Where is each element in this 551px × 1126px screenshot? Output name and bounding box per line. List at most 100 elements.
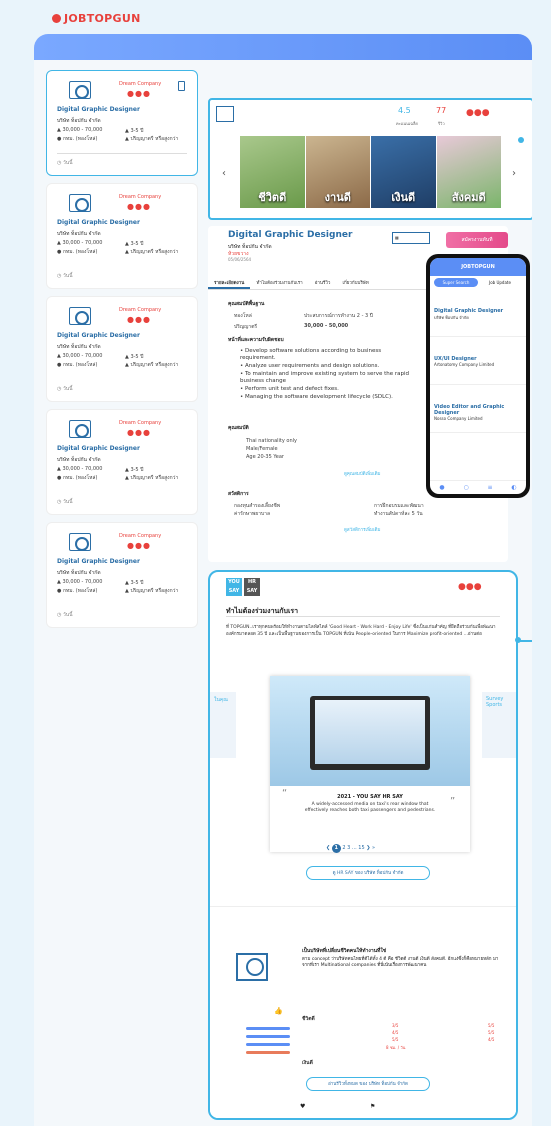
card-title: Digital Graphic Designer [57, 332, 140, 339]
jobtopgun-logo[interactable]: JOBTOPGUN [52, 12, 141, 25]
card-salary: ▲ 30,000 - 70,000 [57, 240, 103, 246]
hr-say-button[interactable]: ดู HR SAY ของ บริษัท ท็อปกัน จำกัด [306, 866, 430, 880]
phone-tab-super-search[interactable]: Super Search [434, 278, 478, 287]
phone-list-item[interactable]: UX/UI Designer Artonatomy Company Limited [430, 337, 526, 385]
phone-tab-job-update[interactable]: Job Update [478, 278, 522, 287]
job-card[interactable]: Dream Company ●●● Digital Graphic Design… [46, 522, 198, 628]
card-location: ● กทม. (ทองโหล่) [57, 475, 98, 481]
chevron-right-icon[interactable]: › [512, 168, 516, 179]
company-tag: Dream Company [119, 420, 162, 426]
slide-image [270, 676, 470, 786]
search-icon[interactable]: ○ [463, 484, 468, 491]
dream-badge: ●●● [127, 89, 151, 98]
read-all-reviews-button[interactable]: อ่านรีวิวทั้งหมด ของ บริษัท ท็อปกัน จำกั… [306, 1077, 430, 1091]
money-heading: เงินดี [302, 1060, 313, 1066]
company-tag: Dream Company [119, 81, 162, 87]
home-icon[interactable]: ● [439, 484, 444, 491]
card-company: บริษัท ท็อปกัน จำกัด [57, 457, 101, 463]
job-date: 05/06/2564 [228, 257, 252, 262]
section-qualifications: คุณสมบัติ [228, 425, 249, 431]
card-title: Digital Graphic Designer [57, 445, 140, 452]
rating-bar [246, 1051, 290, 1054]
salary-value: 30,000 - 50,000 [304, 323, 349, 329]
profile-icon[interactable]: ◐ [511, 484, 516, 491]
topgun-logo [236, 953, 268, 981]
photo-money: เงินดี [371, 136, 436, 208]
life-heading: ชีวิตดี [302, 1016, 315, 1022]
bookmark-icon[interactable] [178, 81, 185, 91]
rating-value: 4.5 [398, 106, 411, 115]
company-logo [69, 81, 91, 99]
benefit-item: การฝึกอบรมและพัฒนา [374, 503, 424, 509]
company-headline: เป็นบริษัทที่เปลี่ยนชีวิตคนให้ทำงานที่ใช… [302, 948, 387, 954]
share-badge[interactable]: ▦ [392, 232, 430, 244]
card-title: Digital Graphic Designer [57, 558, 140, 565]
you-say-hr-say-logo: YOU SAY HR SAY [226, 578, 262, 596]
company-tag: Dream Company [119, 533, 162, 539]
card-exp: ▲ 3-5 ปี [125, 354, 144, 360]
rating-bar [246, 1027, 290, 1030]
card-location: ● กทม. (ทองโหล่) [57, 362, 98, 368]
page-frame: Dream Company ●●● Digital Graphic Design… [34, 34, 532, 1126]
benefit-item: กองทุนสำรองเลี้ยงชีพ [234, 503, 281, 509]
side-slide-right[interactable]: Survey Sports [482, 692, 516, 758]
job-card[interactable]: Dream Company ●●● Digital Graphic Design… [46, 409, 198, 515]
duty-item: • Develop software solutions according t… [240, 348, 382, 361]
tab-reviews[interactable]: อ่านรีวิว [309, 274, 337, 289]
more-qualifications-link[interactable]: ดูคุณสมบัติเพิ่มเติม [344, 470, 381, 477]
company-banner[interactable]: 4.5 คะแนนเฉลี่ย 77 รีวิว ●●● ‹ ชีวิตดี ง… [208, 98, 532, 220]
company-logo [69, 194, 91, 212]
slide-card[interactable]: “ 2021 - YOU SAY HR SAY A widely-accesse… [270, 676, 470, 852]
phone-list-item[interactable]: Digital Graphic Designer บริษัท ท็อปกัน จ… [430, 289, 526, 337]
card-time: ◷ วันนี้ [57, 386, 73, 392]
list-icon[interactable]: ≡ [487, 484, 492, 491]
more-benefits-link[interactable]: ดูสวัสดิการเพิ่มเติม [344, 526, 380, 533]
card-location: ● กทม. (ทองโหล่) [57, 249, 98, 255]
company-logo [216, 106, 234, 122]
card-time: ◷ วันนี้ [57, 160, 73, 166]
dream-badge: ●●● [127, 428, 151, 437]
photo-work: งานดี [305, 136, 370, 208]
rating-label: คะแนนเฉลี่ย [396, 121, 418, 126]
quote-close-icon: ” [450, 796, 456, 807]
logo-icon [52, 14, 61, 23]
card-location: ● กทม. (ทองโหล่) [57, 136, 98, 142]
company-logo [69, 307, 91, 325]
apply-button[interactable]: สมัครงานทันที [446, 232, 508, 248]
job-card[interactable]: Dream Company ●●● Digital Graphic Design… [46, 70, 198, 176]
top-bar: JOBTOPGUN [0, 0, 551, 34]
section-basic: คุณสมบัติพื้นฐาน [228, 301, 265, 307]
company-review-panel: เป็นบริษัทที่เปลี่ยนชีวิตคนให้ทำงานที่ใช… [210, 906, 516, 1118]
flag-icon[interactable]: ⚑ [370, 1103, 375, 1110]
phone-header: JOBTOPGUN [430, 258, 526, 276]
job-title: Digital Graphic Designer [228, 230, 353, 240]
card-salary: ▲ 30,000 - 70,000 [57, 579, 103, 585]
tab-about[interactable]: เกี่ยวกับบริษัท [336, 274, 374, 289]
card-location: ● กทม. (ทองโหล่) [57, 588, 98, 594]
duty-item: • Analyze user requirements and design s… [240, 363, 380, 369]
phone-list-item[interactable]: Video Editor and Graphic Designer Nosso C… [430, 385, 526, 433]
card-title: Digital Graphic Designer [57, 219, 140, 226]
side-slide-left[interactable]: ในคุณ [210, 692, 236, 758]
job-card[interactable]: Dream Company ●●● Digital Graphic Design… [46, 183, 198, 289]
qual-item: Male/Female [246, 446, 278, 452]
thumbs-up-icon: 👍 [274, 1007, 283, 1015]
chevron-left-icon[interactable]: ‹ [222, 168, 226, 179]
benefit-item: ค่ารักษาพยาบาล [234, 511, 271, 517]
card-company: บริษัท ท็อปกัน จำกัด [57, 231, 101, 237]
card-salary: ▲ 30,000 - 70,000 [57, 127, 103, 133]
card-edu: ▲ ปริญญาตรี หรือสูงกว่า [125, 136, 179, 142]
job-card[interactable]: Dream Company ●●● Digital Graphic Design… [46, 296, 198, 402]
rating-bar [246, 1043, 290, 1046]
card-edu: ▲ ปริญญาตรี หรือสูงกว่า [125, 249, 179, 255]
photo-society: สังคมดี [436, 136, 501, 208]
heart-icon[interactable]: ♥ [300, 1103, 305, 1110]
company-logo [69, 420, 91, 438]
company-tag: Dream Company [119, 307, 162, 313]
tab-details[interactable]: รายละเอียดงาน [208, 274, 251, 289]
duty-item: • Perform unit test and defect fixes. [240, 386, 339, 392]
company-tag: Dream Company [119, 194, 162, 200]
pagination[interactable]: ❮ 1 2 3 ... 15 ❯ » [326, 844, 375, 853]
tab-why[interactable]: ทำไมต้องร่วมงานกับเรา [250, 274, 308, 289]
card-salary: ▲ 30,000 - 70,000 [57, 353, 103, 359]
